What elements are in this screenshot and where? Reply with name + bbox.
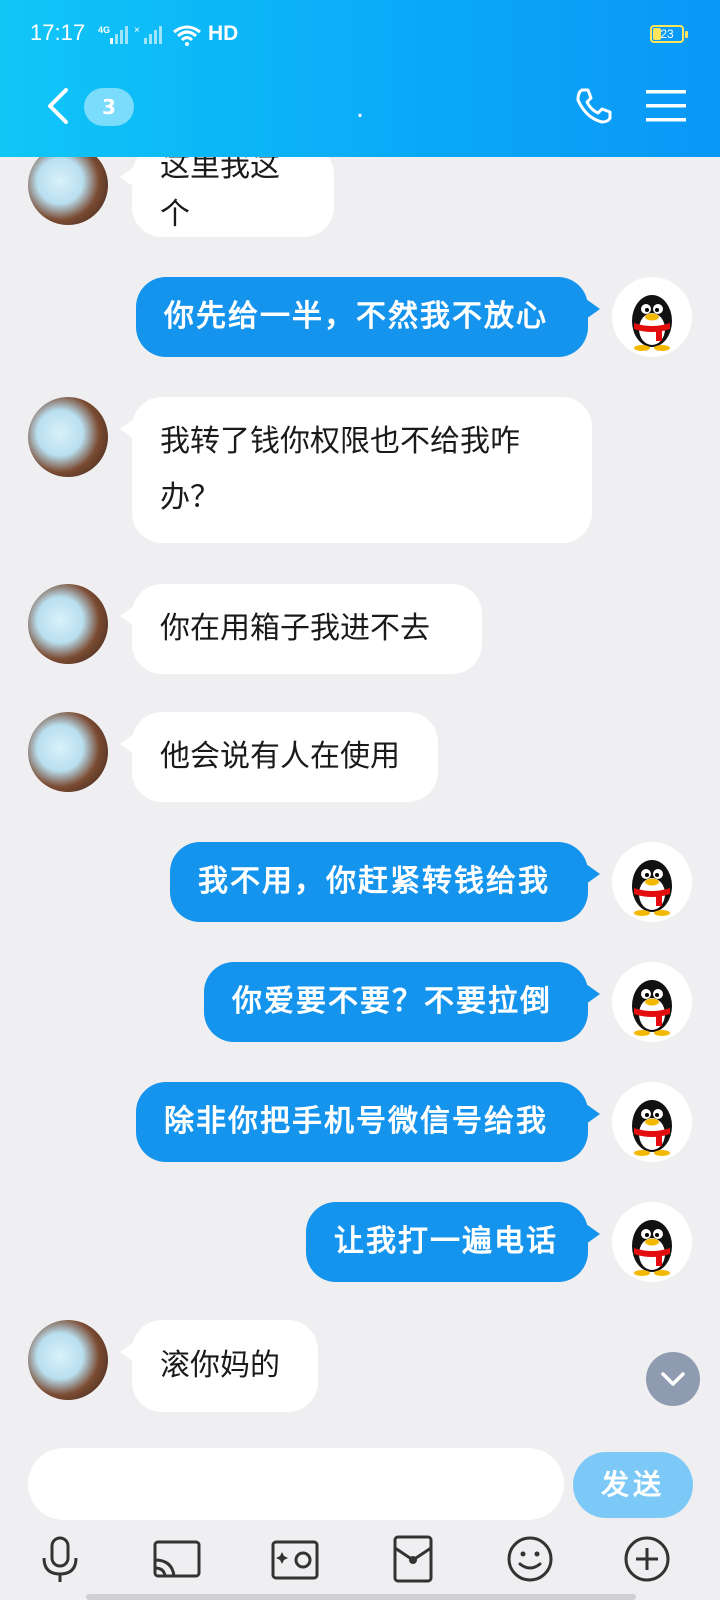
message-text: 滚你妈的 xyxy=(160,1348,280,1383)
message-text: 我不用，你赶紧转钱给我 xyxy=(198,864,550,899)
signal-label: 4G xyxy=(98,25,110,35)
incoming-message[interactable]: 这里我这个 xyxy=(120,157,334,237)
outgoing-message[interactable]: 我不用，你赶紧转钱给我 xyxy=(170,842,600,922)
svg-text:×: × xyxy=(134,25,140,36)
wifi-icon xyxy=(173,25,201,46)
plus-icon[interactable] xyxy=(622,1534,672,1584)
my-avatar-qq-penguin-icon[interactable] xyxy=(612,842,692,922)
status-bar: 17:17 4G × HD 23 xyxy=(0,0,720,70)
my-avatar-qq-penguin-icon[interactable] xyxy=(612,1202,692,1282)
message-input[interactable] xyxy=(28,1448,564,1520)
message-list[interactable]: 这里我这个 你先给一半，不然我不放心 我转了钱你权限也不给我咋办？ 你在用箱子我… xyxy=(0,157,720,1432)
gesture-bar xyxy=(86,1594,636,1600)
microphone-icon[interactable] xyxy=(35,1534,85,1584)
message-text: 让我打一遍电话 xyxy=(334,1224,558,1259)
message-text: 你在用箱子我进不去 xyxy=(160,611,430,646)
send-button[interactable]: 发送 xyxy=(573,1452,693,1518)
scroll-to-bottom-button[interactable] xyxy=(646,1352,700,1406)
network-type-label: HD xyxy=(208,22,239,45)
outgoing-message[interactable]: 除非你把手机号微信号给我 xyxy=(136,1082,600,1162)
my-avatar-qq-penguin-icon[interactable] xyxy=(612,1082,692,1162)
message-text: 你先给一半，不然我不放心 xyxy=(164,299,548,334)
chat-header: 17:17 4G × HD 23 3 . xyxy=(0,0,720,157)
unread-count-badge[interactable]: 3 xyxy=(84,88,134,126)
battery-icon: 23 xyxy=(650,25,688,43)
contact-avatar[interactable] xyxy=(28,157,108,225)
cellular-signal-2-icon: × xyxy=(134,25,162,44)
message-text: 我转了钱你权限也不给我咋办？ xyxy=(160,424,520,515)
battery-level: 23 xyxy=(660,27,674,41)
chevron-down-icon xyxy=(661,1372,685,1386)
outgoing-message[interactable]: 让我打一遍电话 xyxy=(306,1202,600,1282)
back-icon[interactable] xyxy=(40,84,76,128)
cast-icon[interactable] xyxy=(152,1534,202,1584)
incoming-message[interactable]: 滚你妈的 xyxy=(120,1320,318,1412)
outgoing-message[interactable]: 你先给一半，不然我不放心 xyxy=(136,277,600,357)
menu-icon[interactable] xyxy=(646,88,686,124)
outgoing-message[interactable]: 你爱要不要？不要拉倒 xyxy=(204,962,600,1042)
my-avatar-qq-penguin-icon[interactable] xyxy=(612,962,692,1042)
chat-title: . xyxy=(355,94,365,124)
cellular-signal-icon: 4G xyxy=(98,25,128,44)
status-time: 17:17 xyxy=(30,20,86,45)
input-bar: 发送 xyxy=(0,1432,720,1600)
message-text: 你爱要不要？不要拉倒 xyxy=(232,984,552,1019)
message-text: 他会说有人在使用 xyxy=(160,739,400,774)
phone-call-icon[interactable] xyxy=(572,84,616,128)
contact-avatar[interactable] xyxy=(28,1320,108,1400)
contact-avatar[interactable] xyxy=(28,712,108,792)
red-packet-icon[interactable] xyxy=(388,1534,438,1584)
incoming-message[interactable]: 你在用箱子我进不去 xyxy=(120,584,482,674)
emoji-icon[interactable] xyxy=(505,1534,555,1584)
message-text: 除非你把手机号微信号给我 xyxy=(164,1104,548,1139)
message-text: 这里我这个 xyxy=(160,157,280,232)
incoming-message[interactable]: 他会说有人在使用 xyxy=(120,712,438,802)
my-avatar-qq-penguin-icon[interactable] xyxy=(612,277,692,357)
incoming-message[interactable]: 我转了钱你权限也不给我咋办？ xyxy=(120,397,592,543)
contact-avatar[interactable] xyxy=(28,397,108,477)
photo-icon[interactable] xyxy=(270,1534,320,1584)
contact-avatar[interactable] xyxy=(28,584,108,664)
